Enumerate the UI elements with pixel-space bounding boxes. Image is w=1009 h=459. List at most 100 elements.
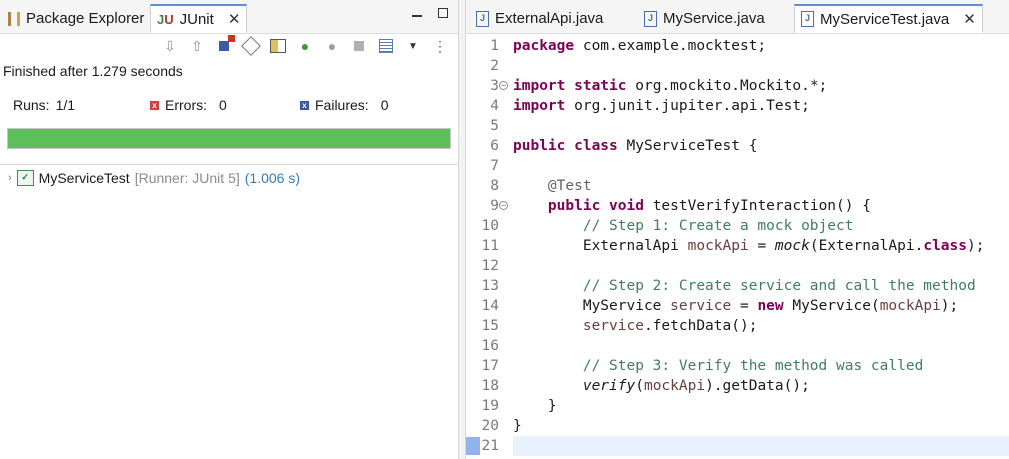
tab-label: JUnit xyxy=(179,10,214,28)
code-line: 16 xyxy=(466,336,1009,356)
runs-counter: Runs: 1/1 xyxy=(13,97,150,113)
line-number: 15 xyxy=(481,318,499,334)
junit-toolbar: ⇩ ⇧ ● ● ▼ ⋮ xyxy=(160,35,450,56)
code-token: mock xyxy=(774,238,810,254)
junit-icon: JU xyxy=(157,11,174,27)
expand-chevron-icon[interactable]: › xyxy=(8,172,12,184)
layout-icon[interactable] xyxy=(268,36,288,56)
maximize-icon[interactable] xyxy=(438,8,448,18)
code-token: // Step 2: Create service and call the m… xyxy=(513,278,976,294)
code-token: public xyxy=(513,198,601,214)
left-tab-bar: Package Explorer JU JUnit ✕ xyxy=(0,0,458,34)
tab-externalapi-java[interactable]: J ExternalApi.java xyxy=(470,4,609,33)
line-number: 4 xyxy=(490,98,499,114)
test-class-name: MyServiceTest xyxy=(38,170,130,186)
run-status-text: Finished after 1.279 seconds xyxy=(3,63,183,79)
previous-failure-icon[interactable]: ⇧ xyxy=(187,36,207,56)
line-number: 10 xyxy=(481,218,499,234)
code-token: public xyxy=(513,138,566,154)
next-failure-icon[interactable]: ⇩ xyxy=(160,36,180,56)
code-line: 1 package com.example.mocktest; xyxy=(466,36,1009,56)
code-token: service xyxy=(582,318,644,334)
dropdown-arrow-icon[interactable]: ▼ xyxy=(403,36,423,56)
view-controls xyxy=(412,8,448,18)
errors-value: 0 xyxy=(219,97,227,113)
code-line: 18 verify(mockApi).getData(); xyxy=(466,376,1009,396)
code-token: .fetchData(); xyxy=(643,318,758,334)
line-number: 13 xyxy=(481,278,499,294)
code-token: class xyxy=(565,138,618,154)
fold-collapse-icon[interactable]: − xyxy=(499,81,508,90)
stop-icon[interactable] xyxy=(349,36,369,56)
fold-collapse-icon[interactable]: − xyxy=(499,201,508,210)
divider xyxy=(0,164,458,165)
tab-myservice-java[interactable]: J MyService.java xyxy=(638,4,771,33)
test-suite-icon: ✓ xyxy=(16,170,34,186)
code-line: 13 // Step 2: Create service and call th… xyxy=(466,276,1009,296)
code-line: 14 MyService service = new MyService(moc… xyxy=(466,296,1009,316)
code-line: 4 import org.junit.jupiter.api.Test; xyxy=(466,96,1009,116)
code-token: static xyxy=(565,78,627,94)
code-line: 19 } xyxy=(466,396,1009,416)
code-token: import xyxy=(513,98,566,114)
code-line: 7 xyxy=(466,156,1009,176)
code-line: 12 xyxy=(466,256,1009,276)
close-icon[interactable]: ✕ xyxy=(228,10,241,28)
code-token: ); xyxy=(967,238,985,254)
tab-label: MyService.java xyxy=(663,10,765,27)
code-token: class xyxy=(923,238,967,254)
test-duration: (1.006 s) xyxy=(244,170,301,186)
rerun-test-icon[interactable]: ● xyxy=(295,36,315,56)
code-token: (ExternalApi. xyxy=(809,238,924,254)
failure-icon: x xyxy=(300,100,309,110)
failures-value: 0 xyxy=(380,97,389,113)
line-number: 3 xyxy=(490,78,499,94)
view-menu-icon[interactable]: ⋮ xyxy=(430,36,450,56)
code-line: 17 // Step 3: Verify the method was call… xyxy=(466,356,1009,376)
code-token: // Step 1: Create a mock object xyxy=(513,218,854,234)
rerun-failed-first-icon[interactable]: ● xyxy=(322,36,342,56)
code-line: 11 ExternalApi mockApi = mock(ExternalAp… xyxy=(466,236,1009,256)
code-token: mockApi xyxy=(879,298,941,314)
code-token: verify xyxy=(582,378,636,394)
java-file-icon: J xyxy=(644,10,657,27)
close-icon[interactable]: ✕ xyxy=(963,10,976,28)
code-line: 2 xyxy=(466,56,1009,76)
code-line: 20} xyxy=(466,416,1009,436)
line-number: 19 xyxy=(481,398,499,414)
test-runner-label: [Runner: JUnit 5] xyxy=(134,170,240,186)
code-token: testVerifyInteraction() { xyxy=(643,198,871,214)
minimize-icon[interactable] xyxy=(412,15,422,17)
code-token: import xyxy=(513,78,566,94)
code-token: ( xyxy=(635,378,644,394)
code-token: service xyxy=(670,298,732,314)
code-token: ExternalApi xyxy=(513,238,688,254)
scroll-lock-icon[interactable] xyxy=(241,36,261,56)
test-run-history-icon[interactable] xyxy=(376,36,396,56)
line-number: 18 xyxy=(481,378,499,394)
show-failures-only-icon[interactable] xyxy=(214,35,235,56)
code-token: package xyxy=(513,38,575,54)
tab-label: MyServiceTest.java xyxy=(820,10,950,28)
line-number: 5 xyxy=(490,118,499,134)
package-explorer-icon xyxy=(8,11,20,26)
line-number: 8 xyxy=(490,178,499,194)
code-line: 5 xyxy=(466,116,1009,136)
tab-junit[interactable]: JU JUnit ✕ xyxy=(150,4,248,33)
code-token: mockApi xyxy=(643,378,706,394)
code-editor[interactable]: 1 package com.example.mocktest; 2 3− impor… xyxy=(466,34,1009,459)
failures-label: Failures: xyxy=(315,97,369,113)
tab-myservicetest-java[interactable]: J MyServiceTest.java ✕ xyxy=(794,4,983,33)
line-number: 11 xyxy=(481,238,499,254)
test-tree-row[interactable]: › ✓ MyServiceTest [Runner: JUnit 5] (1.0… xyxy=(8,170,300,186)
code-token: ).getData(); xyxy=(705,378,810,394)
code-token: MyService( xyxy=(783,298,880,314)
code-line: 15 service.fetchData(); xyxy=(466,316,1009,336)
tab-package-explorer[interactable]: Package Explorer xyxy=(2,4,150,33)
line-number: 16 xyxy=(481,338,499,354)
line-number: 6 xyxy=(490,138,499,154)
code-token: @Test xyxy=(513,178,592,194)
errors-counter: x Errors: 0 xyxy=(150,97,300,113)
line-number: 12 xyxy=(481,258,499,274)
